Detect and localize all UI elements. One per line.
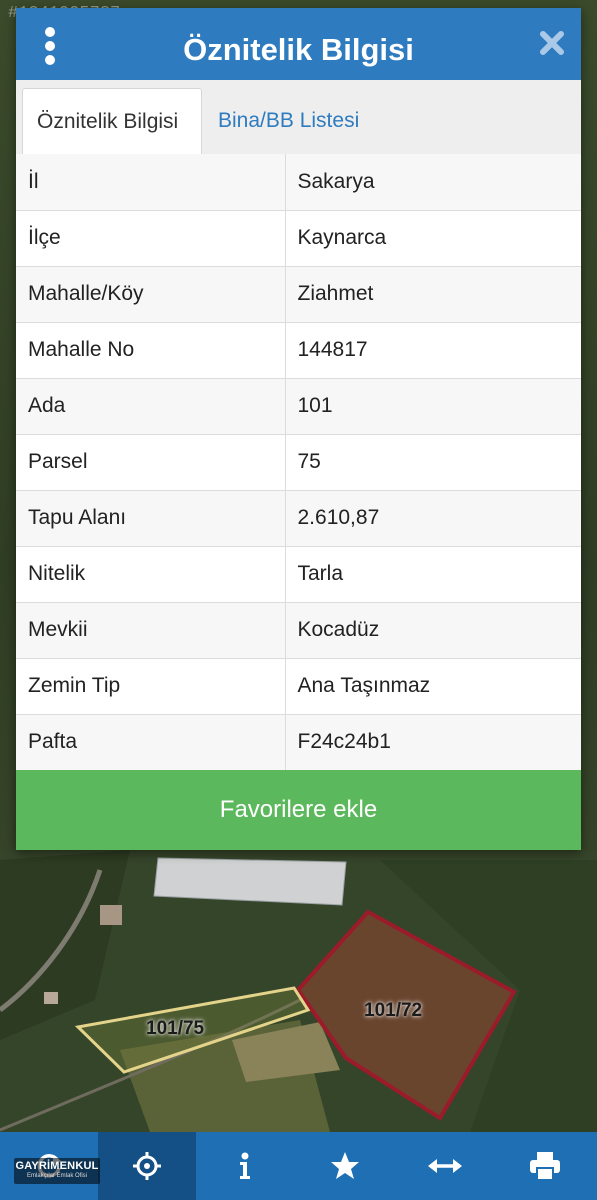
table-row: Mahalle/Köy Ziahmet <box>16 266 581 323</box>
brand-subtitle: Emlakçılar Emlak Ofisi <box>26 1173 87 1179</box>
row-key: Tapu Alanı <box>16 490 286 547</box>
tab-attribute-info[interactable]: Öznitelik Bilgisi <box>22 88 202 155</box>
row-value: Sakarya <box>285 154 581 211</box>
measure-arrows-icon <box>428 1159 462 1173</box>
print-button[interactable] <box>496 1132 594 1200</box>
brand-logo: GAYRİMENKUL Emlakçılar Emlak Ofisi <box>14 1158 100 1184</box>
close-icon[interactable] <box>539 30 565 56</box>
row-value: 75 <box>285 434 581 491</box>
row-value: 2.610,87 <box>285 490 581 547</box>
add-to-favorites-button[interactable]: Favorilere ekle <box>16 770 581 850</box>
row-value: Ana Taşınmaz <box>285 658 581 715</box>
row-key: Zemin Tip <box>16 658 286 715</box>
table-row: Nitelik Tarla <box>16 546 581 603</box>
row-key: Ada <box>16 378 286 435</box>
tab-bar: Öznitelik Bilgisi Bina/BB Listesi <box>16 80 581 155</box>
row-key: İl <box>16 154 286 211</box>
table-row: Pafta F24c24b1 <box>16 714 581 771</box>
row-value: 101 <box>285 378 581 435</box>
table-row: Tapu Alanı 2.610,87 <box>16 490 581 547</box>
table-row: İlçe Kaynarca <box>16 210 581 267</box>
attribute-table: İl Sakarya İlçe Kaynarca Mahalle/Köy Zia… <box>16 154 581 771</box>
tab-building-list[interactable]: Bina/BB Listesi <box>204 88 373 154</box>
row-key: İlçe <box>16 210 286 267</box>
row-key: Mahalle No <box>16 322 286 379</box>
star-icon <box>331 1152 359 1179</box>
row-key: Pafta <box>16 714 286 771</box>
print-icon <box>530 1152 560 1181</box>
row-value: 144817 <box>285 322 581 379</box>
info-button[interactable] <box>196 1132 294 1200</box>
measure-button[interactable] <box>396 1132 494 1200</box>
table-row: Parsel 75 <box>16 434 581 491</box>
table-row: Zemin Tip Ana Taşınmaz <box>16 658 581 715</box>
map-building-tiny <box>44 992 58 1004</box>
row-key: Nitelik <box>16 546 286 603</box>
favorites-button[interactable] <box>296 1132 394 1200</box>
row-key: Mahalle/Köy <box>16 266 286 323</box>
brand-name: GAYRİMENKUL <box>15 1160 99 1172</box>
table-row: Ada 101 <box>16 378 581 435</box>
table-row: Mevkii Kocadüz <box>16 602 581 659</box>
parcel-label-101-75: 101/75 <box>146 1018 205 1039</box>
row-key: Mevkii <box>16 602 286 659</box>
row-value: Kaynarca <box>285 210 581 267</box>
row-value: Tarla <box>285 546 581 603</box>
table-row: Mahalle No 144817 <box>16 322 581 379</box>
row-value: F24c24b1 <box>285 714 581 771</box>
attribute-info-dialog: Öznitelik Bilgisi Öznitelik Bilgisi Bina… <box>16 8 581 850</box>
row-key: Parsel <box>16 434 286 491</box>
locate-button[interactable] <box>98 1132 196 1200</box>
parcel-label-101-72: 101/72 <box>364 1000 423 1021</box>
table-row: İl Sakarya <box>16 154 581 211</box>
info-icon <box>240 1152 250 1179</box>
row-value: Kocadüz <box>285 602 581 659</box>
row-value: Ziahmet <box>285 266 581 323</box>
map-building-small <box>100 905 122 925</box>
locate-crosshair-icon <box>133 1152 161 1180</box>
dialog-header: Öznitelik Bilgisi <box>16 8 581 80</box>
dialog-title: Öznitelik Bilgisi <box>183 32 414 67</box>
